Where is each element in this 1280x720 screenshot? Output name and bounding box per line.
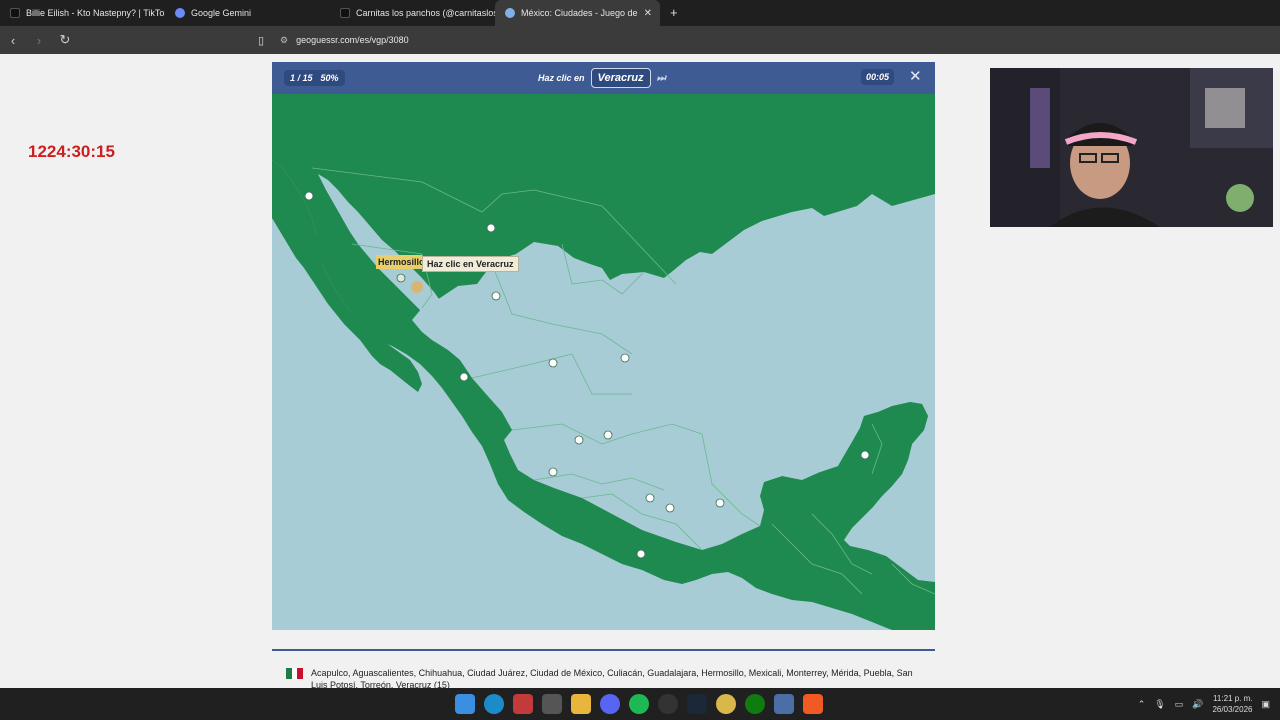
city-marker[interactable] — [486, 223, 496, 233]
network-icon[interactable]: ▭ — [1175, 699, 1184, 710]
taskbar-date: 26/03/2026 — [1212, 705, 1253, 714]
overlay-timer: 1224:30:15 — [28, 142, 115, 161]
edge-icon[interactable] — [484, 694, 504, 714]
tab-gemini[interactable]: Google Gemini — [165, 0, 330, 26]
city-marker[interactable] — [603, 430, 613, 440]
city-list: Acapulco, Aguascalientes, Chihuahua, Ciu… — [272, 649, 935, 691]
windows-taskbar: ⌃ 🎙 ▭ 🔊 11:21 p. m. 26/03/2026 ▣ — [0, 688, 1280, 720]
system-tray: ⌃ 🎙 ▭ 🔊 11:21 p. m. 26/03/2026 ▣ — [1138, 693, 1270, 715]
bookmark-icon[interactable]: ▯ — [258, 34, 264, 47]
reload-icon[interactable]: ↻ — [52, 32, 78, 48]
tab-geoguessr[interactable]: México: Ciudades - Juego de ✕ — [495, 0, 660, 26]
tiktok-icon — [340, 8, 350, 18]
address-bar[interactable]: ⚙ geoguessr.com/es/vgp/3080 — [280, 30, 980, 50]
browser-tab-bar: Billie Eilish - Kto Nastepny? | TikTok G… — [0, 0, 1280, 26]
steam-icon[interactable] — [687, 694, 707, 714]
city-marker[interactable] — [304, 191, 314, 201]
city-marker[interactable] — [491, 291, 501, 301]
chevron-up-icon[interactable]: ⌃ — [1138, 699, 1146, 710]
brave-icon[interactable] — [803, 694, 823, 714]
city-marker[interactable] — [636, 549, 646, 559]
news-app-icon[interactable] — [513, 694, 533, 714]
tab-title: Google Gemini — [191, 8, 252, 18]
score-percent: 50% — [320, 73, 339, 83]
city-label: Hermosillo — [376, 255, 422, 269]
windows-start-icon[interactable] — [455, 694, 475, 714]
progress-pill: 1 / 15 50% — [284, 70, 345, 86]
chrome-icon[interactable] — [716, 694, 736, 714]
obs-icon[interactable] — [658, 694, 678, 714]
spotify-icon[interactable] — [629, 694, 649, 714]
back-icon[interactable]: ‹ — [0, 33, 26, 48]
city-marker[interactable] — [574, 435, 584, 445]
prompt: Haz clic en Veracruz ⏭ — [538, 68, 666, 88]
mexico-flag-icon — [286, 668, 304, 679]
game-header: 1 / 15 50% Haz clic en Veracruz ⏭ 00:05 … — [272, 62, 935, 94]
city-marker[interactable] — [860, 450, 870, 460]
prompt-label: Haz clic en — [538, 73, 585, 83]
volume-icon[interactable]: 🔊 — [1192, 699, 1203, 710]
taskbar-time: 11:21 p. m. — [1213, 694, 1253, 703]
skip-icon[interactable]: ⏭ — [657, 73, 666, 84]
city-marker[interactable] — [715, 498, 725, 508]
site-info-icon[interactable]: ⚙ — [280, 35, 288, 46]
geoguessr-icon — [505, 8, 515, 18]
app-icon[interactable] — [542, 694, 562, 714]
geography-game: 1 / 15 50% Haz clic en Veracruz ⏭ 00:05 … — [272, 62, 935, 630]
browser-toolbar: ‹ › ↻ ▯ ⚙ geoguessr.com/es/vgp/3080 — [0, 26, 1280, 54]
tiktok-icon — [10, 8, 20, 18]
url-text: geoguessr.com/es/vgp/3080 — [296, 35, 409, 45]
gemini-icon — [175, 8, 185, 18]
new-tab-button[interactable]: + — [660, 0, 688, 26]
tab-title: Billie Eilish - Kto Nastepny? | TikTok — [26, 8, 165, 18]
taskbar-apps — [455, 694, 823, 714]
page-content: 1224:30:15 1 / 15 50% Haz clic en Veracr… — [0, 54, 1280, 691]
game-timer: 00:05 — [861, 69, 895, 85]
target-city: Veracruz — [590, 68, 651, 88]
mexico-map[interactable] — [272, 94, 935, 630]
xbox-icon[interactable] — [745, 694, 765, 714]
close-tab-icon[interactable]: ✕ — [644, 8, 652, 19]
city-marker[interactable] — [396, 273, 406, 283]
notification-icon[interactable]: ▣ — [1261, 699, 1270, 710]
map-tooltip: Haz clic en Veracruz — [422, 256, 519, 272]
city-marker[interactable] — [645, 493, 655, 503]
hand-cursor-icon — [411, 281, 423, 293]
city-marker[interactable] — [459, 372, 469, 382]
tab-tiktok[interactable]: Billie Eilish - Kto Nastepny? | TikTok — [0, 0, 165, 26]
progress-count: 1 / 15 — [290, 73, 313, 83]
taskbar-clock[interactable]: 11:21 p. m. 26/03/2026 — [1212, 693, 1252, 715]
forward-icon[interactable]: › — [26, 33, 52, 48]
display-app-icon[interactable] — [774, 694, 794, 714]
file-explorer-icon[interactable] — [571, 694, 591, 714]
close-icon[interactable]: ✕ — [909, 67, 922, 85]
city-marker[interactable] — [548, 467, 558, 477]
webcam-overlay — [990, 68, 1273, 227]
tab-title: México: Ciudades - Juego de — [521, 8, 638, 18]
streamer-webcam-image — [990, 68, 1273, 227]
city-marker[interactable] — [620, 353, 630, 363]
discord-icon[interactable] — [600, 694, 620, 714]
microphone-icon[interactable]: 🎙 — [1154, 699, 1165, 710]
tab-title: Carnitas los panchos (@carnitaslospa — [356, 8, 495, 18]
city-marker[interactable] — [548, 358, 558, 368]
city-marker[interactable] — [665, 503, 675, 513]
tab-tiktok-carnitas[interactable]: Carnitas los panchos (@carnitaslospa — [330, 0, 495, 26]
